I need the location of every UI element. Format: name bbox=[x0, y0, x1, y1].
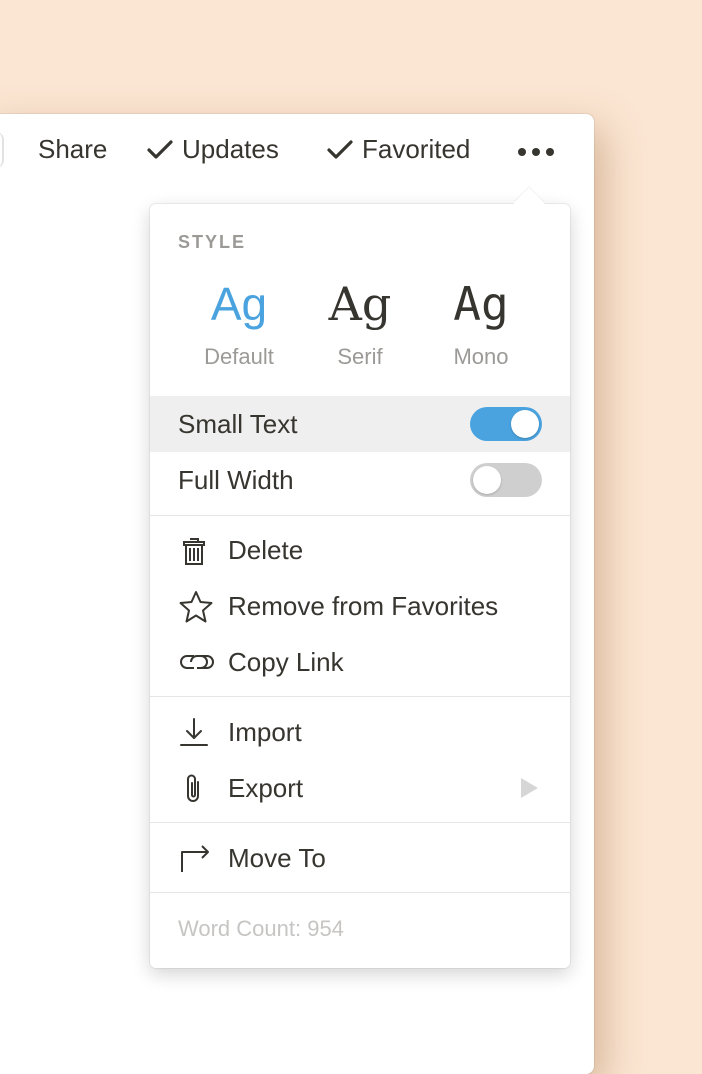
favorited-button[interactable]: Favorited bbox=[326, 134, 470, 165]
style-preview-serif: Ag bbox=[328, 277, 392, 331]
updates-label: Updates bbox=[182, 134, 279, 164]
style-preview-default: Ag bbox=[210, 278, 268, 330]
updates-button[interactable]: Updates bbox=[146, 134, 279, 165]
delete-label: Delete bbox=[228, 534, 304, 565]
triangle-right-icon bbox=[521, 778, 538, 798]
link-icon bbox=[178, 646, 214, 678]
delete-menu-item[interactable]: Delete bbox=[150, 522, 570, 578]
move-to-menu-item[interactable]: Move To bbox=[150, 830, 570, 886]
dot bbox=[532, 148, 540, 156]
checkmark-icon bbox=[146, 138, 174, 162]
move-arrow-icon bbox=[178, 842, 210, 874]
copy-link-menu-item[interactable]: Copy Link bbox=[150, 634, 570, 690]
small-text-toggle[interactable] bbox=[470, 407, 542, 441]
favorited-label: Favorited bbox=[362, 134, 471, 164]
download-arrow-icon bbox=[178, 716, 210, 748]
menu-divider bbox=[150, 822, 570, 823]
remove-favorites-label: Remove from Favorites bbox=[228, 590, 499, 621]
style-label-mono: Mono bbox=[453, 344, 509, 369]
full-width-label: Full Width bbox=[178, 464, 294, 495]
move-to-label: Move To bbox=[228, 842, 326, 873]
style-label-serif: Serif bbox=[337, 344, 383, 369]
full-width-toggle[interactable] bbox=[470, 463, 542, 497]
share-button[interactable]: Share bbox=[38, 134, 107, 165]
export-menu-item[interactable]: Export bbox=[150, 760, 570, 816]
menu-divider bbox=[150, 515, 570, 516]
import-label: Import bbox=[228, 716, 302, 747]
top-bar: Share Updates Favorited bbox=[0, 114, 594, 190]
window-edge-decoration bbox=[0, 132, 4, 168]
dot bbox=[518, 148, 526, 156]
menu-divider bbox=[150, 696, 570, 697]
more-dots-icon[interactable] bbox=[518, 148, 554, 156]
toggle-knob bbox=[511, 410, 539, 438]
small-text-row[interactable]: Small Text bbox=[150, 396, 570, 452]
copy-link-label: Copy Link bbox=[228, 646, 344, 677]
style-section-title: STYLE bbox=[178, 232, 247, 252]
remove-favorites-menu-item[interactable]: Remove from Favorites bbox=[150, 578, 570, 634]
paperclip-icon bbox=[178, 772, 210, 804]
word-count: Word Count: 954 bbox=[178, 916, 344, 941]
trash-icon bbox=[178, 534, 210, 566]
dot bbox=[546, 148, 554, 156]
style-label-default: Default bbox=[204, 344, 274, 369]
page-options-menu: STYLE Ag Default Ag Serif Ag Mono Small … bbox=[150, 187, 570, 968]
share-label: Share bbox=[38, 134, 108, 164]
export-label: Export bbox=[228, 772, 304, 803]
toggle-knob bbox=[473, 466, 501, 494]
style-option-serif[interactable]: Ag Serif bbox=[300, 274, 420, 370]
full-width-row[interactable]: Full Width bbox=[150, 452, 570, 508]
checkmark-icon bbox=[326, 138, 354, 162]
small-text-label: Small Text bbox=[178, 408, 298, 439]
import-menu-item[interactable]: Import bbox=[150, 704, 570, 760]
style-option-mono[interactable]: Ag Mono bbox=[421, 274, 541, 370]
style-option-default[interactable]: Ag Default bbox=[179, 274, 299, 370]
style-preview-mono: Ag bbox=[453, 277, 509, 331]
star-outline-icon bbox=[178, 590, 213, 623]
menu-divider bbox=[150, 892, 570, 893]
